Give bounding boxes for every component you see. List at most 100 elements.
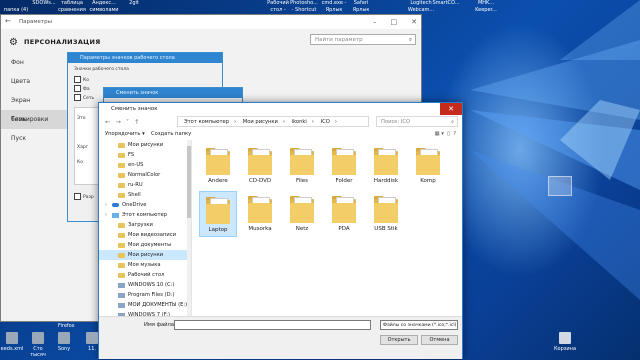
desktop-icon-label[interactable]: папка (4) <box>0 7 32 13</box>
back-arrow-icon[interactable]: ← <box>105 118 110 126</box>
desktop-icon-label[interactable]: Safari <box>345 0 377 6</box>
scroll-thumb[interactable] <box>187 146 191 218</box>
nav-item-colors[interactable]: Цвета <box>1 72 67 91</box>
desktop-icon-label[interactable]: Андекс... <box>88 0 120 6</box>
settings-titlebar[interactable]: ← Параметры – □ ✕ <box>1 15 421 29</box>
change-icon-dialog-titlebar[interactable]: Сменить значок <box>104 88 242 98</box>
file-item[interactable]: Files <box>283 143 321 189</box>
tree-item[interactable]: Моя музыка <box>99 260 191 270</box>
desktop-icon[interactable]: eeds.xml <box>0 332 24 352</box>
maximize-icon[interactable]: □ <box>391 18 398 26</box>
tree-item-label: Мои видеозаписи <box>128 232 176 238</box>
chevron-down-icon[interactable]: ˅ <box>126 118 129 126</box>
settings-nav: Фон Цвета Экран блокировки Темы Пуск <box>1 53 67 148</box>
tree-item[interactable]: Shell <box>99 190 191 200</box>
tree-item[interactable]: Мои рисунки <box>99 140 191 150</box>
close-icon[interactable]: ✕ <box>440 103 462 115</box>
desktop-icon[interactable]: Sony <box>52 332 76 352</box>
tree-item-label: Мои рисунки <box>128 142 164 148</box>
file-item[interactable]: Harddisk <box>367 143 405 189</box>
tree-item-label: NormalColor <box>128 172 161 178</box>
file-item-label: Laptop <box>208 227 228 233</box>
minimize-icon[interactable]: – <box>373 18 377 26</box>
forward-arrow-icon[interactable]: → <box>115 118 120 126</box>
desktop-icon-label[interactable]: Keeper... <box>470 7 502 13</box>
file-item[interactable]: USB Stik <box>367 191 405 237</box>
file-item-label: Files <box>295 178 309 184</box>
new-folder-button[interactable]: Создать папку <box>151 129 191 140</box>
folder-icon <box>206 147 230 175</box>
address-bar: ← → ˅ ↑ Этот компьютер › Мои рисунки › iko… <box>99 115 462 129</box>
tree-item[interactable]: Мои видеозаписи <box>99 230 191 240</box>
breadcrumb-item[interactable]: Мои рисунки <box>243 119 278 125</box>
file-item[interactable]: Andere <box>199 143 237 189</box>
gear-icon: ⚙ <box>9 36 18 48</box>
checkbox-computer[interactable] <box>74 76 81 83</box>
desktop-icon-label[interactable]: SmartCO... <box>430 0 462 6</box>
file-item[interactable]: Komp <box>409 143 447 189</box>
desktop-icon[interactable]: 11. <box>80 332 104 352</box>
desktop-icon-label[interactable]: таблица <box>56 0 88 6</box>
checkbox-network[interactable] <box>74 94 81 101</box>
tree-item[interactable]: Мои документы <box>99 240 191 250</box>
desktop-icon-label[interactable]: Webcam... <box>405 7 437 13</box>
cancel-button[interactable]: Отмена <box>421 335 458 345</box>
tree-item[interactable]: Загрузки <box>99 220 191 230</box>
desktop-icon-label[interactable]: сравнения <box>56 7 88 13</box>
folder-icon <box>206 196 230 224</box>
file-search-input[interactable]: Поиск: ICO ⌕ <box>376 116 458 127</box>
desktop-icon-label[interactable]: Photosho... <box>288 0 320 6</box>
checkbox-allow-themes[interactable] <box>74 193 81 200</box>
expand-chevron-icon[interactable]: › <box>105 200 112 210</box>
open-button[interactable]: Открыть <box>380 335 418 345</box>
expand-chevron-icon[interactable]: › <box>105 210 112 220</box>
breadcrumb[interactable]: Этот компьютер › Мои рисунки › ikonki › ICO… <box>177 116 369 127</box>
organize-button[interactable]: Упорядочить ▾ <box>105 129 145 140</box>
tree-item[interactable]: WINDOWS 10 (C:) <box>99 280 191 290</box>
tree-item[interactable]: › Этот компьютер <box>99 210 191 220</box>
breadcrumb-item[interactable]: Этот компьютер <box>184 119 229 125</box>
up-arrow-icon[interactable]: ↑ <box>134 118 139 126</box>
desktop-icon[interactable]: Сто тысяч <box>26 332 50 358</box>
checkbox-files[interactable] <box>74 85 81 92</box>
file-item[interactable]: CD-DVD <box>241 143 279 189</box>
tree-item[interactable]: Мои рисунки <box>99 250 191 260</box>
folder-icon <box>118 162 125 168</box>
file-item[interactable]: Laptop <box>199 191 237 237</box>
close-icon[interactable]: ✕ <box>411 18 417 26</box>
file-item[interactable]: Folder <box>325 143 363 189</box>
file-grid: Andere CD-DVD Files Folder Harddisk Komp Lapto… <box>199 143 459 313</box>
nav-item-background[interactable]: Фон <box>1 53 67 72</box>
tree-scrollbar[interactable] <box>187 140 191 316</box>
nav-item-lockscreen[interactable]: Экран блокировки <box>1 91 67 123</box>
tree-item[interactable]: МОИ ДОКУМЕНТЫ (E:) <box>99 300 191 310</box>
desktop-icon-label[interactable]: 2git <box>118 0 150 6</box>
desktop-icon-label[interactable]: MHK... <box>470 0 502 6</box>
file-item[interactable]: PDA <box>325 191 363 237</box>
tree-item[interactable]: FS <box>99 150 191 160</box>
tree-item[interactable]: NormalColor <box>99 170 191 180</box>
breadcrumb-item[interactable]: ikonki <box>292 119 307 125</box>
file-item[interactable]: Netz <box>283 191 321 237</box>
tree-item[interactable]: en-US <box>99 160 191 170</box>
file-dialog-titlebar[interactable]: Сменить значок ✕ <box>99 103 462 115</box>
desktop-icon-label[interactable]: символами <box>88 7 120 13</box>
desktop-icon-label[interactable]: - Shortcut <box>288 7 320 13</box>
view-options-icon[interactable]: ▦ ▾ ▯ ? <box>435 129 456 140</box>
selected-desktop-icon[interactable] <box>548 176 572 196</box>
tree-item[interactable]: Рабочий стол <box>99 270 191 280</box>
recycle-bin-icon[interactable]: Корзина <box>548 332 582 352</box>
file-item[interactable]: Musorka <box>241 191 279 237</box>
file-item-label: Andere <box>208 178 228 184</box>
tree-item[interactable]: › OneDrive <box>99 200 191 210</box>
filename-input[interactable] <box>174 320 371 330</box>
nav-item-start[interactable]: Пуск <box>1 129 67 148</box>
filetype-select[interactable]: Файлы со значками (*.ico;*.icl) <box>380 320 458 330</box>
settings-search-input[interactable]: Найти параметр ⌕ <box>310 34 416 45</box>
breadcrumb-item[interactable]: ICO <box>321 119 330 125</box>
back-arrow-icon[interactable]: ← <box>5 17 11 25</box>
desktop-icon-label[interactable]: Ярлык <box>345 7 377 13</box>
desktop-icons-dialog-titlebar[interactable]: Параметры значков рабочего стола <box>68 53 222 63</box>
tree-item[interactable]: Program Files (D:) <box>99 290 191 300</box>
tree-item[interactable]: ru-RU <box>99 180 191 190</box>
